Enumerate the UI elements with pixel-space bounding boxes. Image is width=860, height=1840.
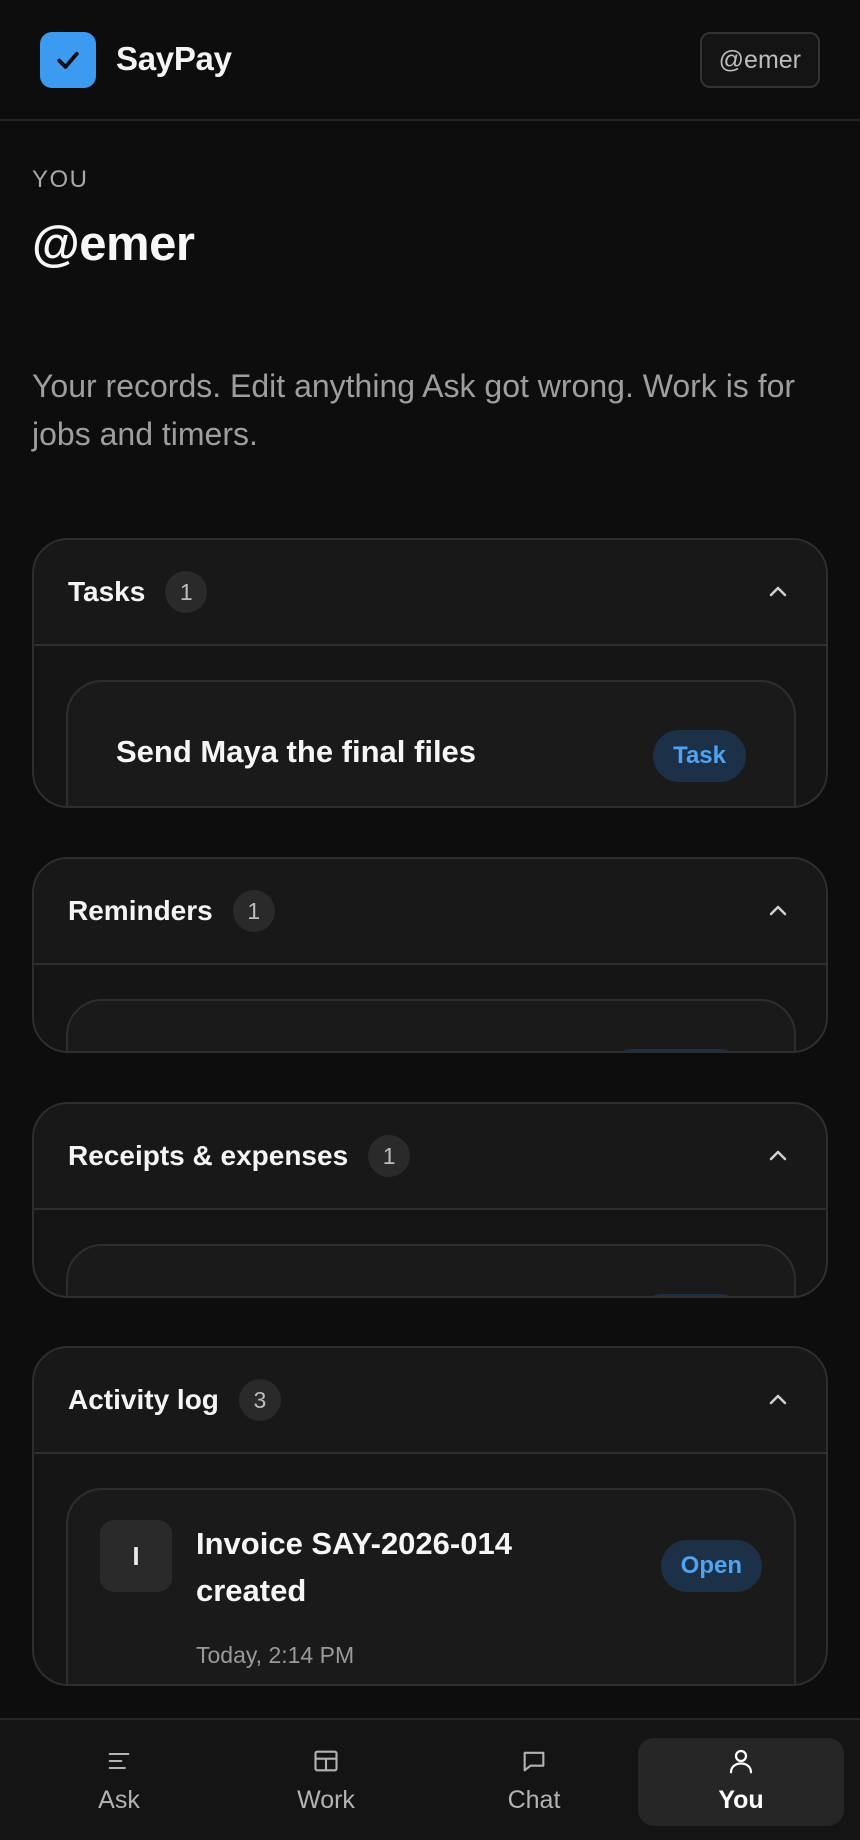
tasks-section: Tasks 1 Send Maya the final files Task [32,538,828,808]
app-name: SayPay [116,40,232,77]
count-badge: 1 [232,890,275,932]
top-bar: SayPay @emer [0,0,860,121]
chevron-up-icon[interactable] [766,1388,790,1412]
app-logo[interactable] [40,32,96,88]
nav-item-work[interactable]: Work [223,1738,429,1826]
chat-bubble-icon [519,1746,549,1776]
task-type-badge: Task [653,730,746,782]
activity-section-header[interactable]: Activity log 3 [34,1348,826,1454]
chevron-up-icon[interactable] [766,899,790,923]
check-icon [57,51,79,69]
nav-label: You [718,1786,764,1814]
nav-label: Chat [507,1786,561,1814]
activity-title: Invoice SAY-2026-014 created [196,1526,512,1608]
tasks-section-header[interactable]: Tasks 1 [34,540,826,646]
activity-section: Activity log 3 I Invoice SAY-2026-014 cr… [32,1346,828,1686]
chevron-up-icon[interactable] [766,1144,790,1168]
receipt-type-badge [636,1294,746,1296]
receipts-section-header[interactable]: Receipts & expenses 1 [34,1104,826,1210]
count-badge: 1 [165,571,208,613]
receipts-section: Receipts & expenses 1 [32,1102,828,1298]
person-icon [726,1746,756,1776]
user-handle-chip[interactable]: @emer [699,32,820,88]
nav-item-you[interactable]: You [638,1738,844,1826]
layout-icon [311,1746,341,1776]
invoice-letter-icon: I [100,1520,172,1592]
reminders-section: Reminders 1 [32,857,828,1053]
section-title: Activity log [68,1384,219,1415]
reminder-card[interactable] [66,999,796,1051]
receipt-card[interactable] [66,1244,796,1296]
task-title: Send Maya the final files [116,734,477,769]
activity-timestamp: Today, 2:14 PM [196,1642,355,1668]
reminder-type-badge [606,1049,746,1051]
chevron-up-icon[interactable] [766,580,790,604]
nav-item-chat[interactable]: Chat [431,1738,637,1826]
page-title: @emer [32,217,195,271]
page-intro: Your records. Edit anything Ask got wron… [32,368,796,452]
nav-item-ask[interactable]: Ask [16,1738,222,1826]
count-badge: 3 [238,1379,281,1421]
nav-label: Ask [98,1786,140,1814]
task-card[interactable]: Send Maya the final files Task [66,680,796,806]
activity-card[interactable]: I Invoice SAY-2026-014 created Open Toda… [66,1488,796,1684]
reminders-section-header[interactable]: Reminders 1 [34,859,826,965]
section-title: Receipts & expenses [68,1140,349,1171]
open-button[interactable]: Open [660,1540,762,1592]
page-eyebrow: YOU [32,166,89,193]
count-badge: 1 [368,1135,411,1177]
bottom-nav: Ask Work Chat You [0,1718,860,1840]
section-title: Tasks [68,576,146,607]
nav-label: Work [297,1786,355,1814]
section-title: Reminders [68,895,213,926]
menu-lines-icon [104,1746,134,1776]
